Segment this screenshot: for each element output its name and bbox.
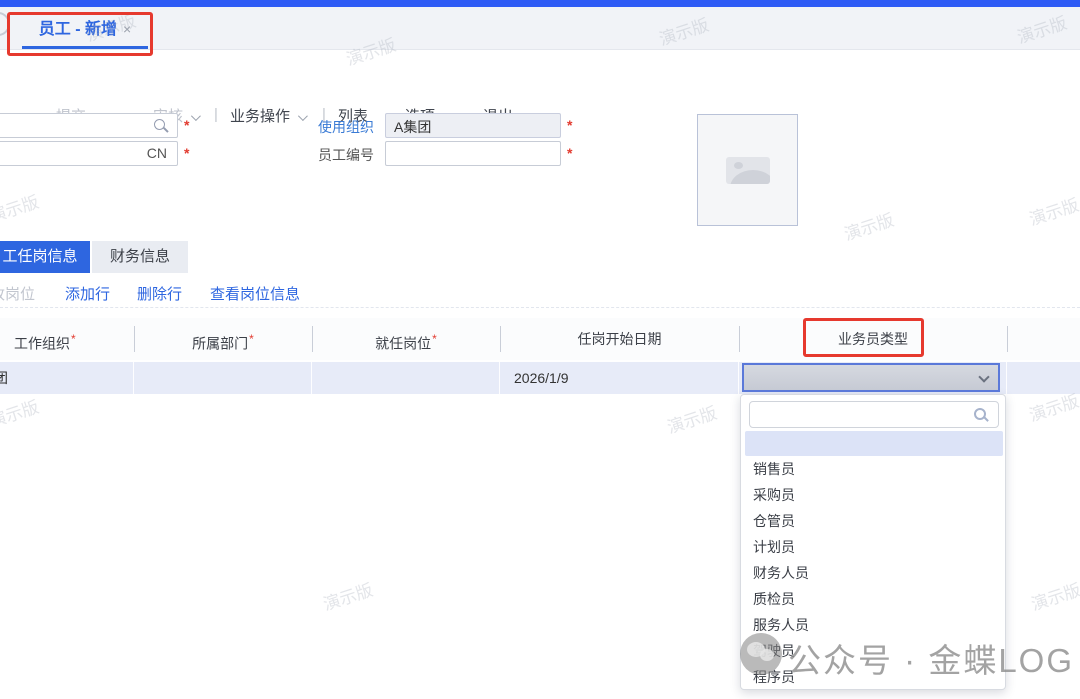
- demo-watermark: 演示版: [840, 206, 896, 246]
- salesman-type-select[interactable]: [742, 363, 1000, 392]
- column-divider: [500, 326, 501, 352]
- tab-employee-new[interactable]: 员工 - 新增 ×: [22, 13, 148, 49]
- required-mark: *: [249, 332, 254, 346]
- business-operations-label: 业务操作: [230, 108, 290, 125]
- cell-start-date[interactable]: 2026/1/9: [500, 362, 739, 394]
- demo-watermark: 演示版: [0, 393, 42, 433]
- modify-position-link: 改岗位: [0, 283, 35, 307]
- detail-tabs: 工任岗信息 财务信息: [0, 241, 1080, 273]
- column-divider: [739, 326, 740, 352]
- dropdown-option-blank[interactable]: [745, 431, 1003, 456]
- column-divider: [134, 326, 135, 352]
- demo-watermark: 演示版: [1027, 576, 1080, 616]
- employee-photo-placeholder[interactable]: [697, 114, 798, 226]
- tab-finance-info[interactable]: 财务信息: [92, 241, 188, 273]
- top-accent-bar: [0, 0, 1080, 7]
- col-header-position[interactable]: 就任岗位*: [312, 318, 500, 365]
- demo-watermark: 演示版: [0, 188, 42, 228]
- required-mark: *: [567, 145, 572, 161]
- app-window: 员工 - 新增 × 提交 审核 | 业务操作 | 列表 选项 退出 集团 * CN…: [0, 0, 1080, 699]
- col-label: 任岗开始日期: [578, 331, 662, 347]
- grid-actions-bar: 改岗位 添加行 删除行 查看岗位信息: [0, 282, 1080, 308]
- salesman-type-dropdown: 销售员 采购员 仓管员 计划员 财务人员 质检员 服务人员 驾驶员 程序员: [740, 394, 1006, 690]
- required-mark: *: [432, 332, 437, 346]
- use-org-label[interactable]: 使用组织: [310, 117, 374, 137]
- col-header-work-org[interactable]: 工作组织*: [0, 318, 134, 365]
- employee-no-field[interactable]: [385, 141, 561, 166]
- grid-header-row: 工作组织* 所属部门* 就任岗位* 任岗开始日期 业务员类型: [0, 318, 1080, 360]
- dropdown-option-driver[interactable]: 驾驶员: [741, 638, 1007, 664]
- delete-row-link[interactable]: 删除行: [137, 283, 182, 307]
- dropdown-option-planner[interactable]: 计划员: [741, 534, 1007, 560]
- add-row-link[interactable]: 添加行: [65, 283, 110, 307]
- col-label: 工作组织: [14, 336, 70, 352]
- demo-watermark: 演示版: [663, 399, 719, 439]
- dropdown-option-purchaser[interactable]: 采购员: [741, 482, 1007, 508]
- toolbar-separator: |: [214, 106, 218, 123]
- tab-active-underline: [22, 46, 148, 49]
- dropdown-option-programmer[interactable]: 程序员: [741, 664, 1007, 690]
- col-header-department[interactable]: 所属部门*: [134, 318, 312, 365]
- tab-position-info[interactable]: 工任岗信息: [0, 241, 90, 273]
- col-header-salesman-type[interactable]: 业务员类型: [739, 318, 1007, 365]
- chevron-down-icon: [191, 111, 201, 121]
- tab-title: 员工 - 新增: [39, 21, 117, 38]
- use-org-value: A集团: [394, 119, 431, 135]
- col-header-start-date[interactable]: 任岗开始日期: [500, 318, 739, 365]
- column-divider: [1007, 326, 1008, 352]
- search-icon[interactable]: [154, 119, 165, 130]
- org-lookup-field[interactable]: 集团: [0, 113, 178, 138]
- business-operations-button[interactable]: 业务操作: [230, 104, 305, 130]
- dropdown-option-warehouse[interactable]: 仓管员: [741, 508, 1007, 534]
- col-header-extra: [1007, 318, 1080, 365]
- tab-close-icon[interactable]: ×: [123, 21, 131, 37]
- name-field[interactable]: CN: [0, 141, 178, 166]
- cell-work-org[interactable]: 团: [0, 362, 134, 394]
- dropdown-option-list: 销售员 采购员 仓管员 计划员 财务人员 质检员 服务人员 驾驶员 程序员: [741, 456, 1007, 690]
- required-mark: *: [71, 332, 76, 346]
- use-org-field: A集团: [385, 113, 561, 138]
- cell-position[interactable]: [312, 362, 500, 394]
- locale-suffix: CN: [147, 145, 167, 161]
- search-icon: [974, 408, 986, 420]
- employee-no-label: 员工编号: [310, 145, 374, 165]
- column-divider: [312, 326, 313, 352]
- demo-watermark: 演示版: [1025, 191, 1080, 231]
- col-label: 所属部门: [192, 336, 248, 352]
- dropdown-option-finance[interactable]: 财务人员: [741, 560, 1007, 586]
- document-tab-strip: 员工 - 新增 ×: [0, 7, 1080, 50]
- required-mark: *: [184, 145, 189, 161]
- cropped-icon: [0, 12, 10, 36]
- cell-value: 团: [0, 362, 8, 394]
- cell-extra: [1007, 362, 1080, 394]
- dropdown-option-sales[interactable]: 销售员: [741, 456, 1007, 482]
- chevron-down-icon: [298, 111, 308, 121]
- demo-watermark: 演示版: [319, 576, 375, 616]
- dropdown-search-input[interactable]: [749, 401, 999, 428]
- required-mark: *: [184, 117, 189, 133]
- col-label: 就任岗位: [375, 336, 431, 352]
- view-position-info-link[interactable]: 查看岗位信息: [210, 283, 300, 307]
- dropdown-option-qc[interactable]: 质检员: [741, 586, 1007, 612]
- image-placeholder-icon: [726, 157, 770, 184]
- chevron-down-icon: [978, 371, 989, 382]
- toolbar: 提交 审核 | 业务操作 | 列表 选项 退出: [0, 50, 1080, 90]
- col-label: 业务员类型: [838, 331, 908, 347]
- dropdown-option-service[interactable]: 服务人员: [741, 612, 1007, 638]
- required-mark: *: [567, 117, 572, 133]
- cell-department[interactable]: [134, 362, 312, 394]
